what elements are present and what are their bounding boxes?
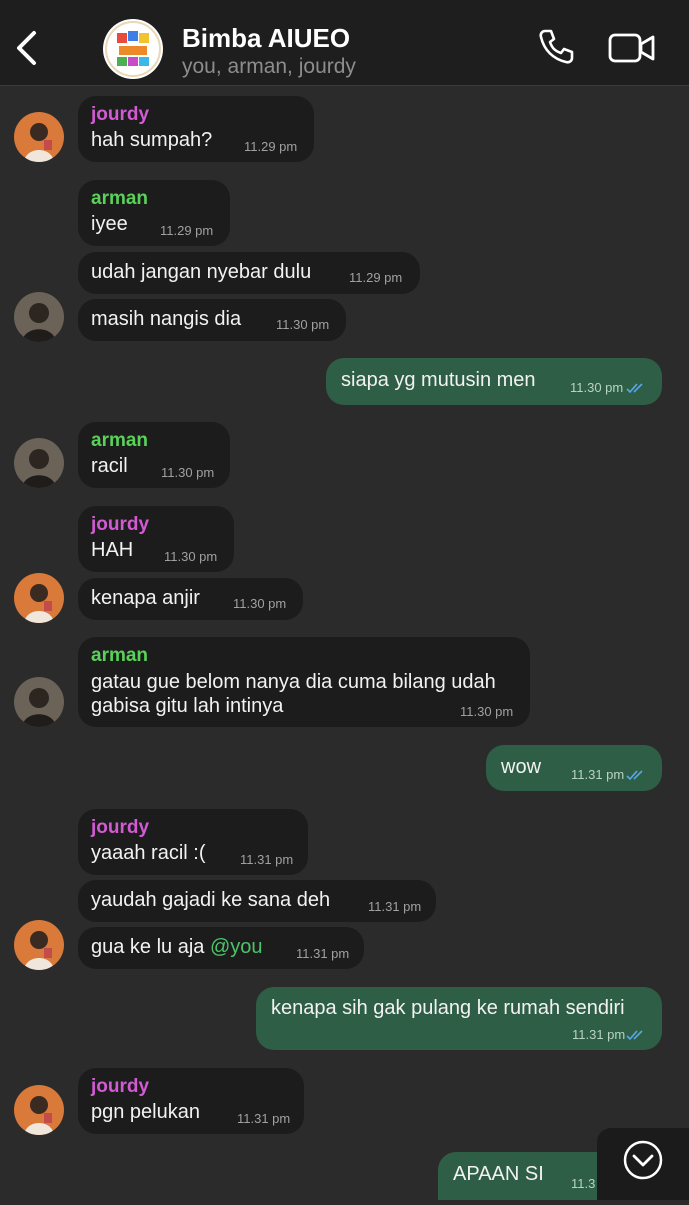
message-bubble-outgoing[interactable]: siapa yg mutusin men 11.30 pm	[326, 358, 662, 405]
message-time: 11.31 pm	[572, 1027, 626, 1042]
read-ticks-icon	[626, 1030, 643, 1041]
message-time: 11.30 pm	[161, 465, 215, 480]
avatar-arman-image	[14, 677, 64, 727]
avatar-jourdy-image	[14, 1085, 64, 1135]
message-time: 11.31 pm	[368, 899, 422, 914]
avatar-jourdy[interactable]	[14, 1085, 64, 1135]
chevron-left-icon[interactable]	[14, 30, 40, 66]
message-text: gua ke lu aja @you	[91, 935, 263, 959]
message-time: 11.30 pm	[164, 549, 218, 564]
message-bubble-incoming[interactable]: kenapa anjir 11.30 pm	[78, 578, 303, 620]
message-time: 11.29 pm	[160, 223, 214, 238]
message-text: kenapa sih gak pulang ke rumah sendiri	[271, 997, 625, 1019]
avatar-jourdy-image	[14, 573, 64, 623]
mention-link[interactable]: @you	[210, 936, 263, 958]
message-text: udah jangan nyebar dulu	[91, 261, 312, 283]
message-text: siapa yg mutusin men	[341, 369, 536, 391]
scroll-to-bottom-button[interactable]	[597, 1128, 689, 1200]
avatar-arman[interactable]	[14, 677, 64, 727]
message-time: 11.31 pm	[571, 767, 625, 782]
message-bubble-incoming[interactable]: arman gatau gue belom nanya dia cuma bil…	[78, 637, 530, 727]
sender-name: arman	[91, 645, 149, 666]
message-text: masih nangis dia	[91, 308, 242, 330]
message-time: 11.30 pm	[570, 380, 624, 395]
message-text: yaudah gajadi ke sana deh	[91, 889, 331, 911]
message-bubble-outgoing[interactable]: kenapa sih gak pulang ke rumah sendiri 1…	[256, 987, 662, 1050]
message-text: wow	[501, 756, 542, 778]
chat-header: Bimba AIUEO you, arman, jourdy	[0, 0, 689, 86]
sender-name: jourdy	[91, 1076, 150, 1097]
sender-name: jourdy	[91, 817, 150, 838]
message-time: 11.30 pm	[233, 596, 287, 611]
message-bubble-incoming[interactable]: arman iyee 11.29 pm	[78, 180, 230, 246]
sender-name: arman	[91, 430, 149, 451]
message-text: yaaah racil :(	[91, 842, 206, 864]
message-bubble-incoming[interactable]: arman racil 11.30 pm	[78, 422, 230, 488]
message-time: 11.3	[571, 1176, 596, 1191]
message-text: APAAN SI	[453, 1163, 544, 1185]
message-text-line: gatau gue belom nanya dia cuma bilang ud…	[91, 671, 496, 693]
message-bubble-incoming[interactable]: yaudah gajadi ke sana deh 11.31 pm	[78, 880, 436, 922]
group-avatar[interactable]	[103, 19, 163, 79]
avatar-jourdy-image	[14, 112, 64, 162]
message-text: hah sumpah?	[91, 129, 213, 151]
message-text: pgn pelukan	[91, 1101, 200, 1123]
message-text: racil	[91, 455, 128, 477]
sender-name: arman	[91, 188, 149, 209]
avatar-jourdy[interactable]	[14, 112, 64, 162]
avatar-jourdy[interactable]	[14, 920, 64, 970]
avatar-arman[interactable]	[14, 438, 64, 488]
chevron-down-circle-icon	[623, 1140, 663, 1180]
message-bubble-incoming[interactable]: jourdy pgn pelukan 11.31 pm	[78, 1068, 304, 1134]
message-bubble-incoming[interactable]: jourdy yaaah racil :( 11.31 pm	[78, 809, 308, 875]
message-text: kenapa anjir	[91, 587, 200, 609]
group-logo-icon	[105, 21, 161, 77]
video-camera-icon[interactable]	[607, 30, 657, 66]
message-time: 11.30 pm	[276, 317, 330, 332]
message-bubble-incoming[interactable]: gua ke lu aja @you 11.31 pm	[78, 927, 364, 969]
message-time: 11.31 pm	[237, 1111, 291, 1126]
message-bubble-incoming[interactable]: masih nangis dia 11.30 pm	[78, 299, 346, 341]
avatar-arman[interactable]	[14, 292, 64, 342]
avatar-jourdy-image	[14, 920, 64, 970]
message-text: HAH	[91, 539, 134, 561]
message-bubble-incoming[interactable]: jourdy hah sumpah? 11.29 pm	[78, 96, 314, 162]
sender-name: jourdy	[91, 514, 150, 535]
avatar-arman-image	[14, 292, 64, 342]
message-time: 11.31 pm	[296, 946, 350, 961]
message-time: 11.29 pm	[349, 270, 403, 285]
message-bubble-incoming[interactable]: udah jangan nyebar dulu 11.29 pm	[78, 252, 420, 294]
sender-name: jourdy	[91, 104, 150, 125]
read-ticks-icon	[626, 770, 643, 781]
avatar-jourdy[interactable]	[14, 573, 64, 623]
phone-icon[interactable]	[536, 27, 576, 67]
message-bubble-outgoing[interactable]: wow 11.31 pm	[486, 745, 662, 791]
read-ticks-icon	[626, 383, 643, 394]
message-text-body: gua ke lu aja	[91, 936, 210, 958]
message-time: 11.29 pm	[244, 139, 298, 154]
message-time: 11.30 pm	[460, 704, 514, 719]
chat-participants[interactable]: you, arman, jourdy	[182, 55, 356, 79]
chat-title[interactable]: Bimba AIUEO	[182, 23, 350, 54]
message-text-line: gabisa gitu lah intinya	[91, 695, 284, 717]
message-bubble-incoming[interactable]: jourdy HAH 11.30 pm	[78, 506, 234, 572]
message-time: 11.31 pm	[240, 852, 294, 867]
avatar-arman-image	[14, 438, 64, 488]
message-text: iyee	[91, 213, 128, 235]
